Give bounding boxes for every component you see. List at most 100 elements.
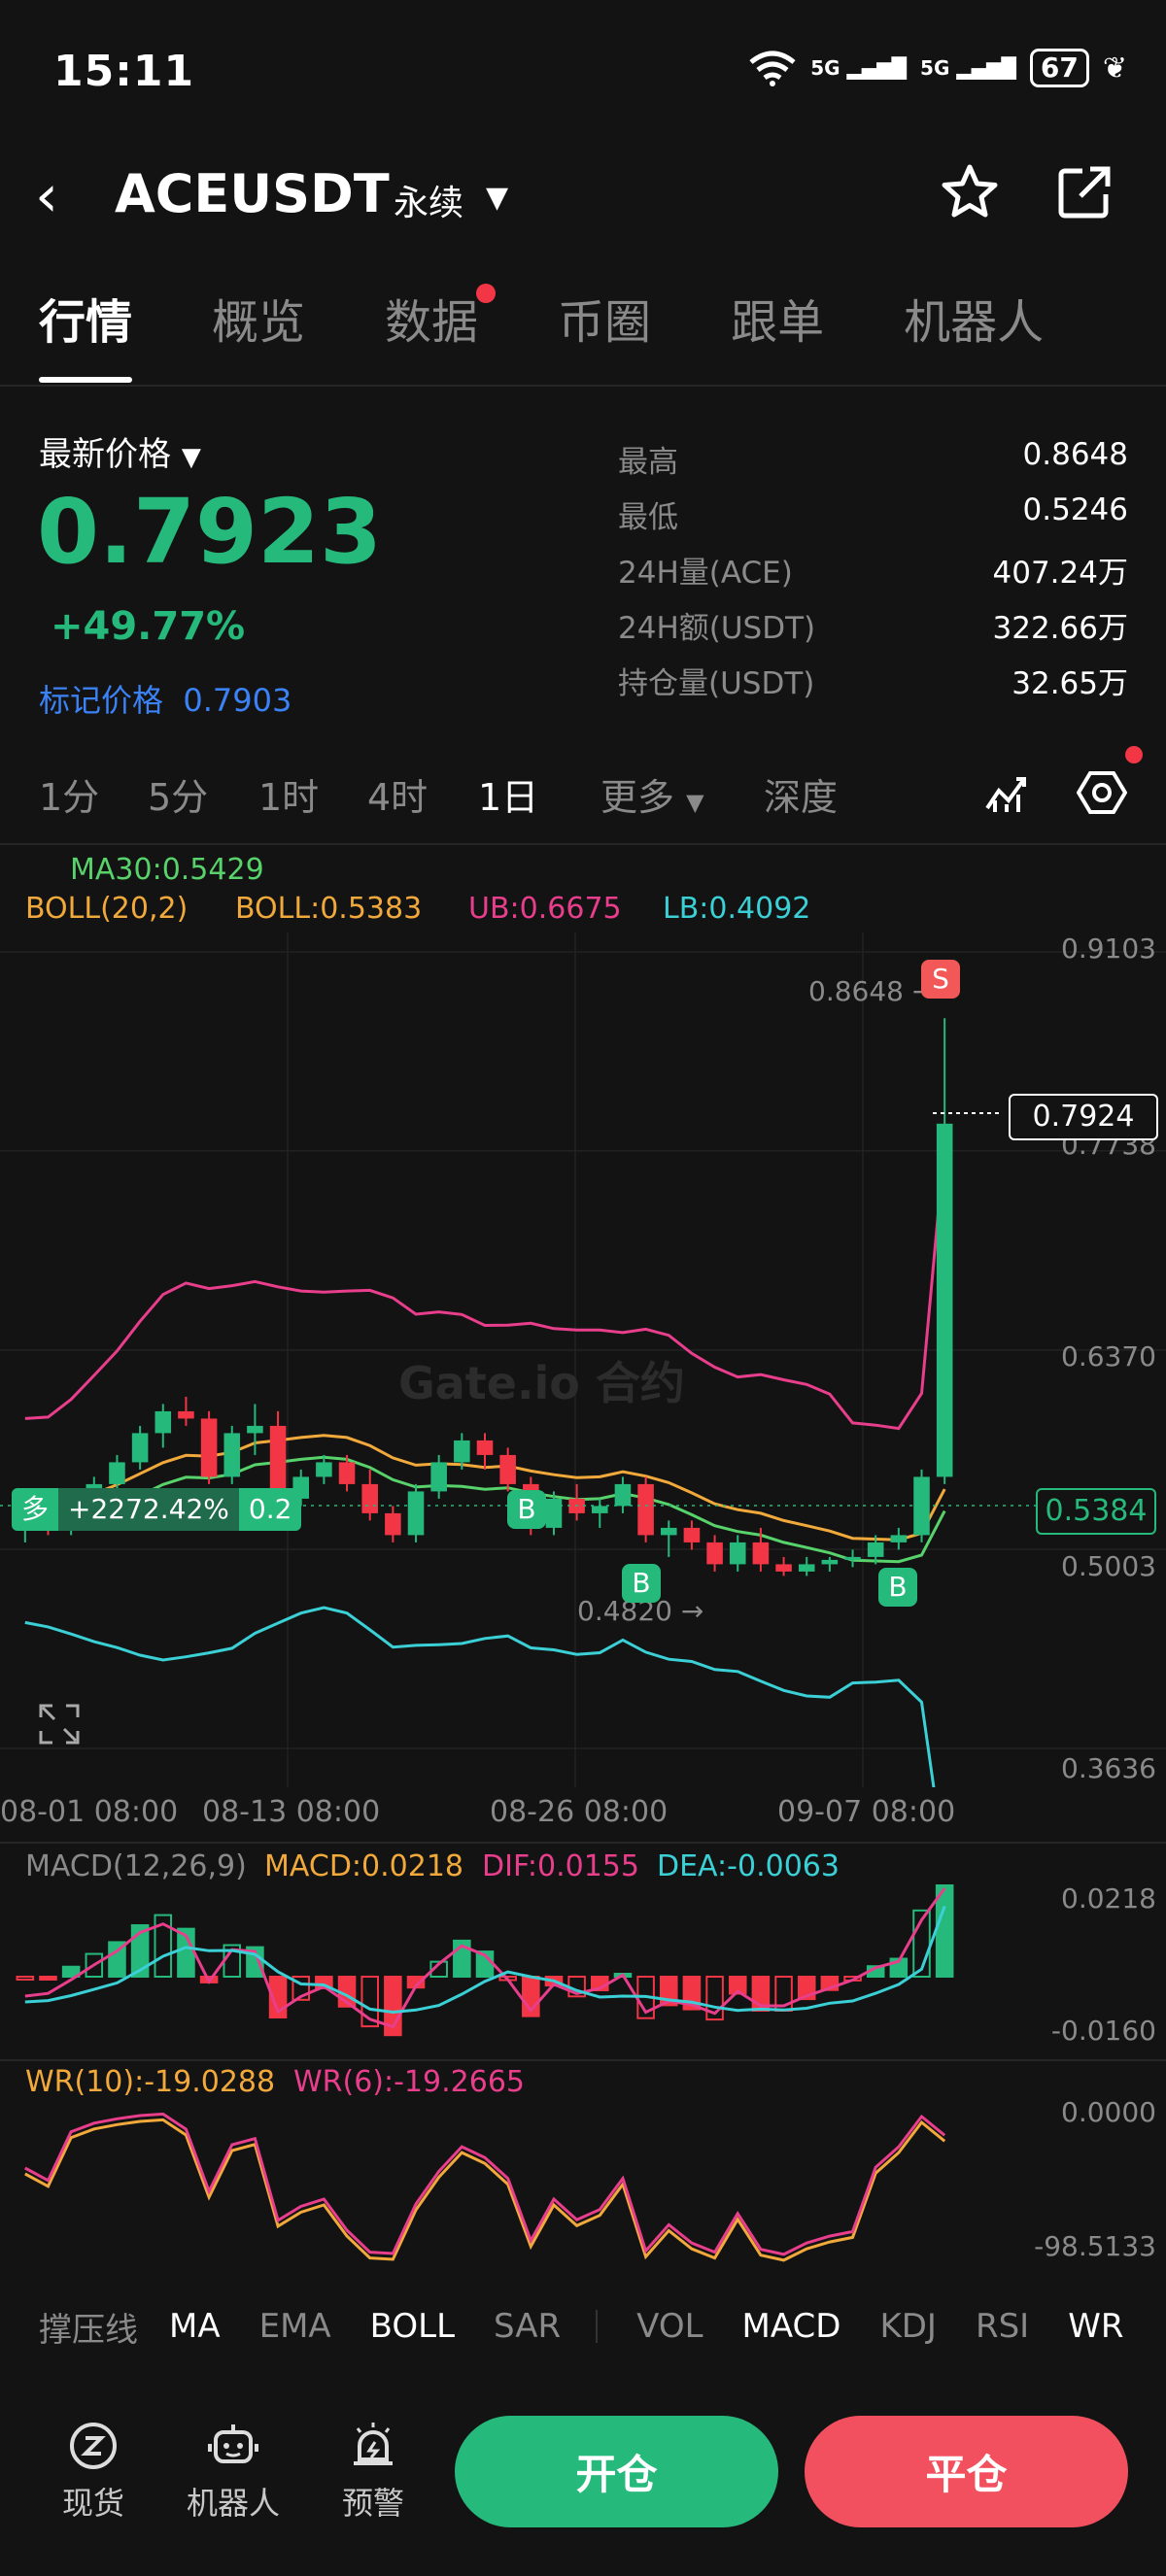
buy-marker[interactable]: B bbox=[878, 1568, 917, 1607]
candle-body bbox=[385, 1512, 401, 1536]
favorite-star-icon[interactable] bbox=[939, 161, 1001, 223]
stat-oi-value: 32.65万 bbox=[1012, 666, 1128, 701]
tf-1d[interactable]: 1日 bbox=[478, 767, 538, 821]
contract-type[interactable]: 永续 bbox=[394, 175, 463, 225]
change-percent: +49.77% bbox=[51, 604, 246, 649]
wr10-line bbox=[24, 2118, 946, 2262]
wifi-icon bbox=[749, 51, 796, 86]
stat-low-label: 最低 bbox=[618, 500, 678, 535]
candle-body bbox=[614, 1483, 632, 1507]
wr10-value: WR(10):-19.0288 bbox=[25, 2065, 276, 2099]
y-axis-label: 0.3636 bbox=[1061, 1752, 1156, 1784]
settings-gear-icon[interactable] bbox=[1077, 769, 1127, 816]
battery-icon: 67 bbox=[1029, 49, 1089, 87]
indicator-support[interactable]: 撑压线 bbox=[39, 2303, 138, 2351]
candle-body bbox=[361, 1483, 378, 1513]
symbol-title[interactable]: ACEUSDT bbox=[115, 163, 390, 224]
last-price-label[interactable]: 最新价格 ▼ bbox=[39, 427, 201, 475]
indicator-bar: 撑压线 MA EMA BOLL SAR VOL MACD KDJ RSI WR bbox=[0, 2288, 1166, 2365]
close-position-button[interactable]: 平仓 bbox=[805, 2416, 1128, 2527]
candle-body bbox=[407, 1491, 425, 1536]
candle-body bbox=[430, 1462, 447, 1492]
status-icons: 5G ▂▄▆█ 5G ▂▄▆█ 67 ❦ bbox=[748, 49, 1127, 87]
indicator-kdj[interactable]: KDJ bbox=[879, 2307, 937, 2346]
tf-depth[interactable]: 深度 bbox=[764, 767, 838, 821]
candle-body bbox=[109, 1462, 125, 1484]
buy-marker[interactable]: B bbox=[622, 1564, 661, 1603]
stat-high-label: 最高 bbox=[618, 445, 678, 480]
macd-value: MACD:0.0218 bbox=[264, 1849, 464, 1883]
stat-turnover-label: 24H额(USDT) bbox=[618, 611, 816, 646]
candle-body bbox=[706, 1542, 723, 1565]
tf-5m[interactable]: 5分 bbox=[148, 767, 208, 821]
sell-marker[interactable]: S bbox=[921, 960, 960, 999]
market-stats: 最高 0.8648 最低 0.5246 24H量(ACE) 407.24万 24H额(… bbox=[618, 437, 1128, 714]
macd-histogram-bar bbox=[39, 1976, 57, 1981]
stat-low-value: 0.5246 bbox=[1022, 492, 1128, 527]
candle-body bbox=[592, 1506, 608, 1513]
nav-robot[interactable]: 机器人 bbox=[175, 2421, 292, 2524]
candle-body bbox=[454, 1440, 470, 1463]
tab-bot[interactable]: 机器人 bbox=[904, 284, 1044, 390]
open-position-button[interactable]: 开仓 bbox=[455, 2416, 778, 2527]
tf-4h[interactable]: 4时 bbox=[367, 767, 428, 821]
tf-1m[interactable]: 1分 bbox=[39, 767, 99, 821]
position-pnl: +2272.42% bbox=[58, 1488, 239, 1531]
indicator-ema[interactable]: EMA bbox=[259, 2307, 331, 2346]
candle-body bbox=[660, 1527, 677, 1536]
tf-1h[interactable]: 1时 bbox=[258, 767, 319, 821]
macd-chart[interactable] bbox=[0, 1884, 1166, 2059]
position-tag[interactable]: 多 +2272.42% 0.2 bbox=[12, 1488, 302, 1531]
candle-body bbox=[545, 1498, 563, 1528]
share-icon[interactable] bbox=[1055, 163, 1114, 221]
tf-more[interactable]: 更多 ▼ bbox=[600, 767, 704, 821]
stat-turnover-value: 322.66万 bbox=[992, 611, 1128, 646]
y-axis-label: 0.5003 bbox=[1061, 1550, 1156, 1582]
date-tick: 08-26 08:00 bbox=[490, 1795, 669, 1829]
position-size: 0.2 bbox=[238, 1488, 302, 1531]
tab-data[interactable]: 数据 bbox=[385, 284, 497, 390]
nav-alert[interactable]: 预警 bbox=[315, 2421, 431, 2524]
boll-mid-price-tag: 0.5384 bbox=[1036, 1488, 1156, 1535]
symbol-dropdown-icon[interactable]: ▼ bbox=[486, 181, 508, 215]
tab-overview[interactable]: 概览 bbox=[212, 284, 305, 390]
indicator-macd[interactable]: MACD bbox=[742, 2307, 841, 2346]
candle-body bbox=[316, 1462, 332, 1477]
dif-value: DIF:0.0155 bbox=[482, 1849, 639, 1883]
candle-body bbox=[476, 1440, 494, 1455]
candle-body bbox=[752, 1542, 770, 1565]
divider bbox=[596, 2310, 599, 2343]
stat-vol-label: 24H量(ACE) bbox=[618, 556, 793, 591]
macd-params: MACD(12,26,9) bbox=[25, 1849, 247, 1883]
indicator-ma[interactable]: MA bbox=[169, 2307, 221, 2346]
legend-lb: LB:0.4092 bbox=[663, 892, 811, 926]
alert-icon bbox=[354, 2423, 393, 2465]
tab-community[interactable]: 币圈 bbox=[558, 284, 651, 390]
main-tabs: 行情 概览 数据 币圈 跟单 机器人 bbox=[0, 284, 1166, 390]
legend-ub: UB:0.6675 bbox=[468, 892, 622, 926]
tab-copytrade[interactable]: 跟单 bbox=[731, 284, 824, 390]
indicator-boll[interactable]: BOLL bbox=[370, 2307, 455, 2346]
indicator-vol[interactable]: VOL bbox=[636, 2307, 703, 2346]
watermark: Gate.io 合约 bbox=[398, 1357, 685, 1409]
buy-marker[interactable]: B bbox=[507, 1490, 546, 1529]
current-price-tag: 0.7924 bbox=[1009, 1094, 1158, 1140]
wr-chart[interactable] bbox=[0, 2098, 1166, 2273]
candle-body bbox=[844, 1556, 861, 1560]
bottom-bar: 现货 机器人 预警 开仓 平仓 bbox=[0, 2370, 1166, 2576]
chart-style-icon[interactable] bbox=[983, 769, 1030, 816]
fullscreen-expand-icon[interactable] bbox=[37, 1702, 82, 1746]
stat-vol-value: 407.24万 bbox=[992, 556, 1128, 591]
tab-market[interactable]: 行情 bbox=[39, 284, 133, 390]
signal-icon: 5G ▂▄▆█ bbox=[810, 56, 908, 80]
candle-body bbox=[338, 1462, 356, 1484]
indicator-wr[interactable]: WR bbox=[1068, 2307, 1123, 2346]
back-chevron-icon[interactable]: ‹ bbox=[35, 167, 58, 225]
candle-body bbox=[683, 1527, 701, 1542]
indicator-sar[interactable]: SAR bbox=[494, 2307, 561, 2346]
signal-icon-2: 5G ▂▄▆█ bbox=[920, 56, 1016, 80]
candle-body bbox=[798, 1564, 815, 1572]
nav-spot[interactable]: 现货 bbox=[35, 2421, 152, 2524]
indicator-rsi[interactable]: RSI bbox=[976, 2307, 1029, 2346]
spot-icon bbox=[70, 2423, 117, 2469]
